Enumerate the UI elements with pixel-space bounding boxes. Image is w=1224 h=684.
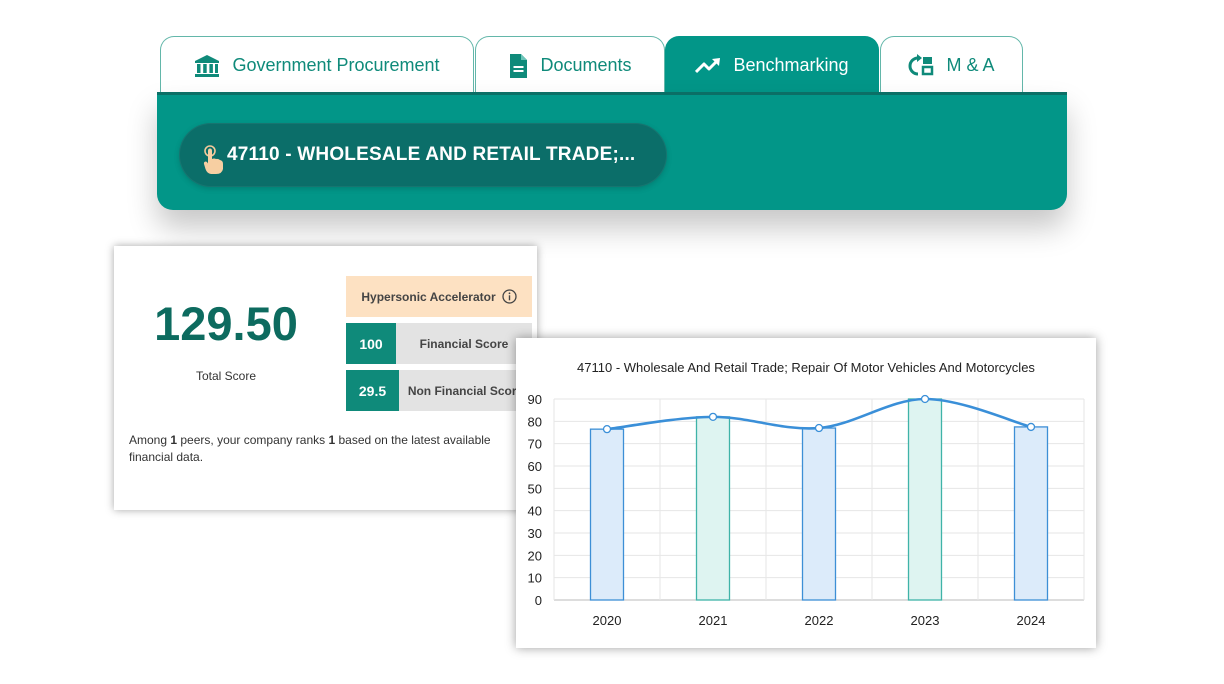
accelerator-label: Hypersonic Accelerator	[361, 289, 496, 304]
tab-m-and-a[interactable]: M & A	[880, 36, 1023, 94]
bar	[589, 428, 625, 601]
benchmarking-header: 47110 - WHOLESALE AND RETAIL TRADE;...	[157, 92, 1067, 210]
y-tick-label: 50	[528, 481, 542, 496]
y-tick-label: 90	[528, 392, 542, 407]
tab-label: Benchmarking	[733, 55, 849, 75]
benchmark-chart-card: 47110 - Wholesale And Retail Trade; Repa…	[516, 338, 1096, 648]
y-tick-label: 70	[528, 437, 542, 452]
peer-rank-text: Among 1 peers, your company ranks 1 base…	[129, 433, 491, 464]
line-point	[1026, 422, 1036, 432]
non-financial-score-label: Non Financial Score	[399, 370, 532, 411]
info-icon[interactable]	[501, 289, 517, 304]
y-tick-label: 30	[528, 526, 542, 541]
y-axis: 0 10 20 30 40 50 60 70 80 90	[528, 392, 542, 608]
x-tick-label: 2020	[593, 613, 622, 628]
x-tick-label: 2023	[911, 613, 940, 628]
tab-label: Government Procurement	[232, 55, 440, 75]
industry-label: 47110 - WHOLESALE AND RETAIL TRADE;...	[227, 144, 636, 165]
y-tick-label: 20	[528, 548, 542, 563]
bar	[801, 427, 837, 601]
line-point	[708, 412, 718, 422]
pointer-hand-icon	[203, 144, 225, 180]
non-financial-score-row: 29.5 Non Financial Score	[346, 370, 532, 411]
benchmark-chart: 47110 - Wholesale And Retail Trade; Repa…	[528, 360, 1085, 628]
bar	[907, 398, 943, 601]
hypersonic-accelerator-badge: Hypersonic Accelerator	[346, 276, 532, 317]
non-financial-score-value: 29.5	[346, 370, 399, 411]
bank-icon	[194, 54, 220, 78]
industry-selector[interactable]: 47110 - WHOLESALE AND RETAIL TRADE;...	[179, 123, 667, 187]
y-tick-label: 10	[528, 571, 542, 586]
line-point	[602, 425, 612, 434]
tab-government-procurement[interactable]: Government Procurement	[160, 36, 474, 94]
financial-score-label: Financial Score	[396, 323, 532, 364]
y-tick-label: 80	[528, 414, 542, 429]
y-tick-label: 60	[528, 459, 542, 474]
total-score-label: Total Score	[195, 369, 257, 383]
bar	[695, 416, 731, 601]
x-axis: 2020 2021 2022 2023 2024	[593, 613, 1046, 628]
y-tick-label: 40	[528, 504, 542, 519]
trending-up-icon	[695, 57, 721, 75]
swap-icon	[908, 53, 934, 78]
tab-benchmarking[interactable]: Benchmarking	[665, 36, 879, 94]
document-icon	[508, 53, 528, 79]
line-series	[602, 394, 1036, 434]
line-point	[814, 423, 824, 433]
score-card: 129.50 Total Score Hypersonic Accelerato…	[114, 246, 537, 510]
x-tick-label: 2021	[699, 613, 728, 628]
x-tick-label: 2022	[805, 613, 834, 628]
line-point	[920, 394, 930, 404]
x-tick-label: 2024	[1017, 613, 1046, 628]
financial-score-row: 100 Financial Score	[346, 323, 532, 364]
bar	[1013, 426, 1049, 601]
tab-label: M & A	[946, 55, 995, 75]
tab-documents[interactable]: Documents	[475, 36, 665, 94]
chart-title: 47110 - Wholesale And Retail Trade; Repa…	[577, 360, 1035, 375]
y-tick-label: 0	[535, 593, 542, 608]
total-score-value: 129.50	[154, 297, 298, 350]
financial-score-value: 100	[346, 323, 396, 364]
tab-label: Documents	[540, 55, 632, 75]
